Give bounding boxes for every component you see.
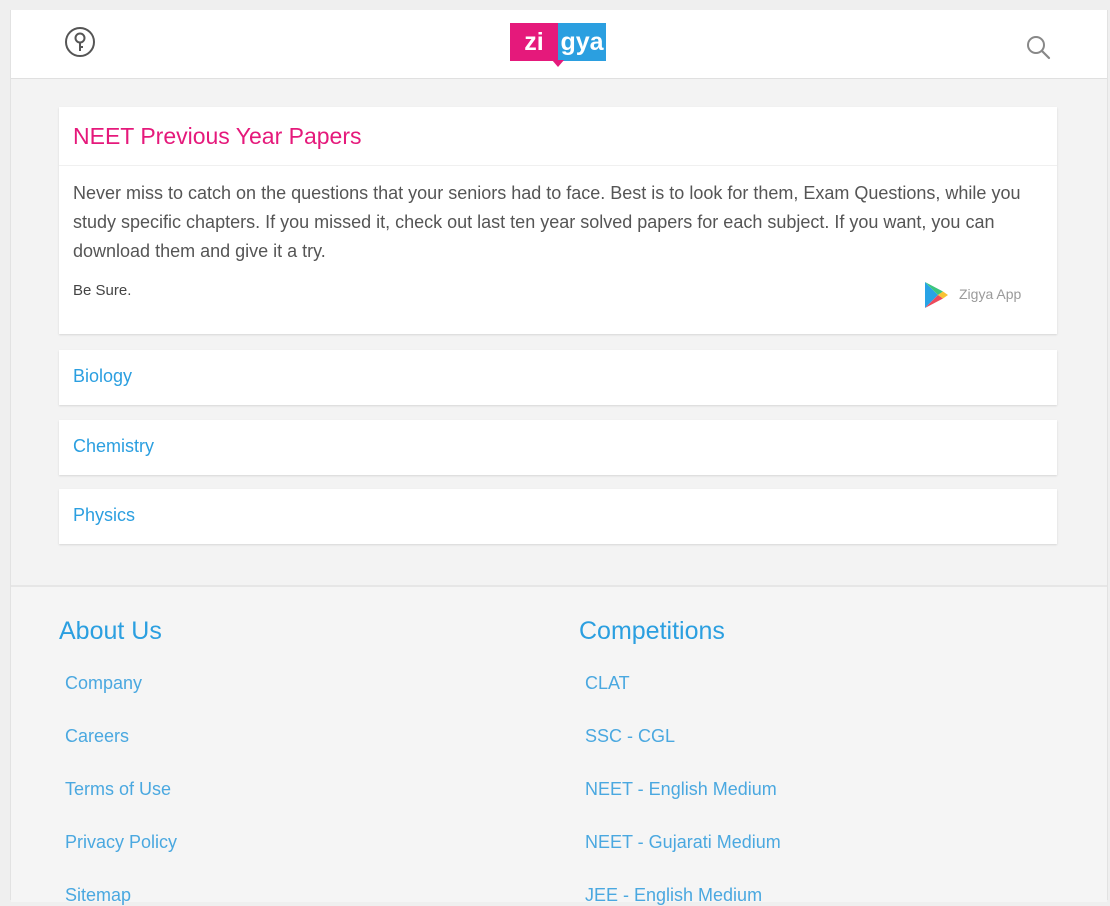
subject-biology[interactable]: Biology — [59, 350, 1057, 405]
competitions-column: Competitions CLAT SSC - CGL NEET - Engli… — [579, 617, 781, 905]
page-frame: zi gya NEET Previous Year Papers Never m… — [10, 10, 1108, 905]
search-icon[interactable] — [1025, 34, 1051, 60]
top-header: zi gya — [11, 10, 1107, 79]
footer-link-careers[interactable]: Careers — [65, 726, 129, 747]
zigya-logo[interactable]: zi gya — [510, 23, 606, 67]
footer-link-sitemap[interactable]: Sitemap — [65, 885, 131, 906]
footer-link-ssc-cgl[interactable]: SSC - CGL — [585, 726, 675, 747]
divider — [59, 165, 1057, 166]
competitions-heading: Competitions — [579, 617, 725, 645]
tagline: Be Sure. — [73, 282, 132, 299]
intro-text: Never miss to catch on the questions tha… — [73, 183, 1021, 261]
footer-link-clat[interactable]: CLAT — [585, 673, 630, 694]
intro-card: NEET Previous Year Papers Never miss to … — [59, 107, 1057, 334]
app-label: Zigya App — [959, 286, 1022, 302]
footer-link-company[interactable]: Company — [65, 673, 142, 694]
footer-link-terms[interactable]: Terms of Use — [65, 779, 171, 800]
help-key-icon[interactable] — [64, 26, 96, 58]
about-us-column: About Us Company Careers Terms of Use Pr… — [59, 617, 177, 905]
subject-chemistry[interactable]: Chemistry — [59, 420, 1057, 475]
footer-link-jee-english[interactable]: JEE - English Medium — [585, 885, 762, 906]
logo-text-right: gya — [558, 23, 606, 61]
subject-label: Physics — [73, 505, 136, 525]
subject-label: Biology — [73, 366, 133, 386]
subject-label: Chemistry — [73, 436, 155, 456]
subject-physics[interactable]: Physics — [59, 489, 1057, 544]
about-us-heading: About Us — [59, 617, 162, 645]
page-title: NEET Previous Year Papers — [73, 123, 362, 149]
footer: About Us Company Careers Terms of Use Pr… — [11, 585, 1107, 905]
google-play-icon — [925, 282, 948, 308]
footer-link-privacy[interactable]: Privacy Policy — [65, 832, 177, 853]
footer-link-neet-english[interactable]: NEET - English Medium — [585, 779, 777, 800]
logo-tail — [552, 60, 564, 67]
logo-text-left: zi — [510, 23, 558, 61]
footer-link-neet-gujarati[interactable]: NEET - Gujarati Medium — [585, 832, 781, 853]
